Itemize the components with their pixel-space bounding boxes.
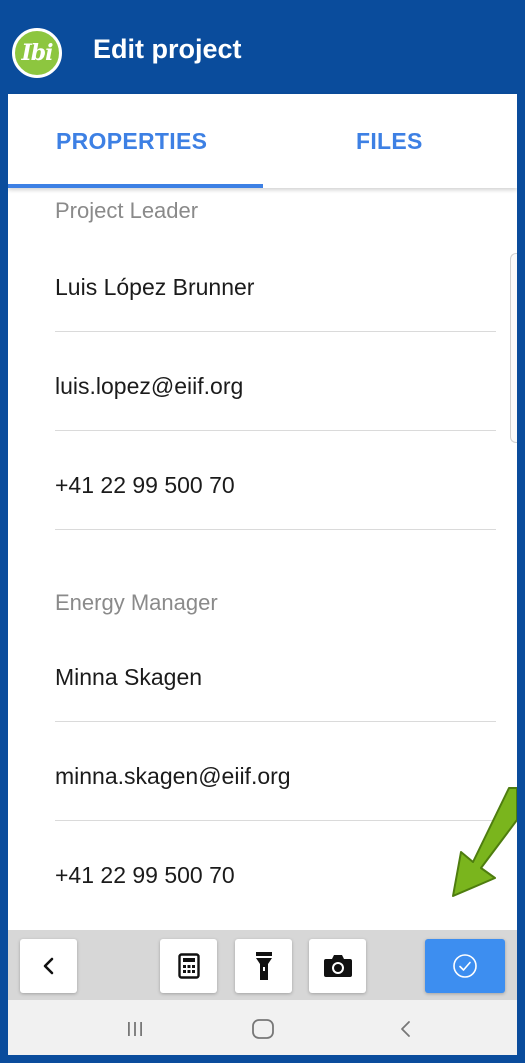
back-icon: [401, 1021, 410, 1037]
energy-manager-name-field[interactable]: Minna Skagen: [55, 664, 496, 691]
system-back-button[interactable]: [386, 1014, 426, 1044]
project-leader-label: Project Leader: [55, 198, 199, 223]
divider: [55, 721, 496, 722]
check-circle-icon: [453, 954, 477, 978]
logo-text: Ibi: [21, 40, 53, 66]
calculator-icon: [177, 953, 200, 979]
flashlight-button[interactable]: [235, 939, 292, 993]
divider: [55, 331, 496, 332]
tab-bar: PROPERTIES FILES: [8, 94, 517, 188]
camera-icon: [323, 955, 352, 977]
project-leader-email-field[interactable]: luis.lopez@eiif.org: [55, 373, 496, 400]
active-tab-indicator: [8, 184, 263, 188]
app-screen: Ibi Edit project PROPERTIES FILES Projec…: [8, 8, 517, 1055]
recents-icon: [128, 1022, 142, 1036]
properties-content[interactable]: Project Leader Luis López Brunner luis.l…: [8, 188, 517, 930]
calculator-button[interactable]: [160, 939, 217, 993]
project-leader-phone-field[interactable]: +41 22 99 500 70: [55, 472, 496, 499]
recents-button[interactable]: [115, 1014, 155, 1044]
page-title: Edit project: [93, 34, 242, 64]
energy-manager-phone-field[interactable]: +41 22 99 500 70: [55, 862, 496, 889]
home-button[interactable]: [243, 1014, 283, 1044]
flashlight-icon: [255, 952, 272, 980]
tab-files[interactable]: FILES: [356, 128, 423, 155]
project-leader-name-field[interactable]: Luis López Brunner: [55, 274, 496, 301]
app-bar: Ibi Edit project: [8, 8, 517, 94]
divider: [55, 430, 496, 431]
divider: [55, 529, 496, 530]
system-nav-bar: [8, 1000, 517, 1055]
energy-manager-email-field[interactable]: minna.skagen@eiif.org: [55, 763, 496, 790]
app-logo: Ibi: [12, 28, 62, 78]
bottom-toolbar: [8, 930, 517, 1000]
camera-button[interactable]: [309, 939, 366, 993]
divider: [55, 820, 496, 821]
scrollbar[interactable]: [510, 253, 517, 443]
back-button[interactable]: [20, 939, 77, 993]
confirm-button[interactable]: [425, 939, 505, 993]
home-icon: [252, 1019, 274, 1039]
energy-manager-label: Energy Manager: [55, 590, 218, 615]
chevron-left-icon: [43, 957, 53, 975]
tab-properties[interactable]: PROPERTIES: [56, 128, 207, 155]
